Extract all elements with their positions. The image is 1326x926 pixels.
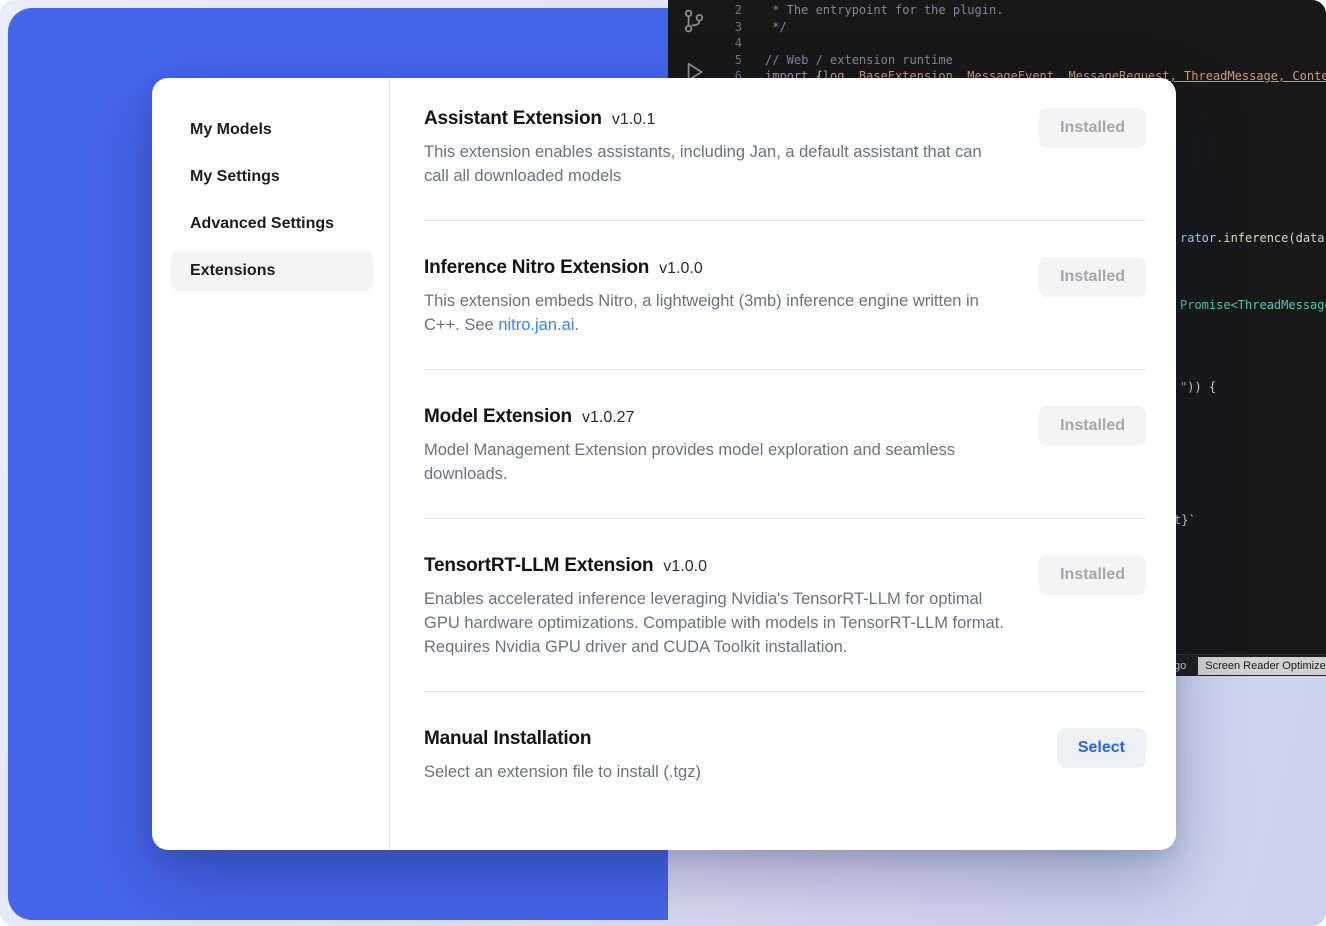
extension-info: Inference Nitro Extension v1.0.0 This ex… xyxy=(424,257,1006,337)
line-number: 3 xyxy=(668,19,742,36)
manual-installation-row: Manual Installation Select an extension … xyxy=(424,728,1146,784)
installed-button[interactable]: Installed xyxy=(1039,257,1146,297)
row-divider xyxy=(424,369,1146,370)
manual-installation-title: Manual Installation xyxy=(424,728,591,750)
extension-title-line: Model Extension v1.0.27 xyxy=(424,406,1006,428)
code-fragment: ")) { xyxy=(1180,379,1216,395)
extension-version: v1.0.0 xyxy=(659,260,703,278)
extension-title: TensortRT-LLM Extension xyxy=(424,555,653,577)
installed-button[interactable]: Installed xyxy=(1039,406,1146,446)
extension-description: This extension enables assistants, inclu… xyxy=(424,140,1006,188)
settings-sidebar: My Models My Settings Advanced Settings … xyxy=(152,78,390,850)
line-number: 5 xyxy=(668,52,742,69)
extension-title-line: Manual Installation xyxy=(424,728,701,750)
line-number: 4 xyxy=(668,35,742,52)
extension-description: Enables accelerated inference leveraging… xyxy=(424,587,1006,659)
screen-reader-optimized-badge[interactable]: Screen Reader Optimize xyxy=(1198,657,1326,675)
line-number: 2 xyxy=(668,2,742,19)
sidebar-item-my-models[interactable]: My Models xyxy=(170,110,374,150)
installed-button[interactable]: Installed xyxy=(1039,555,1146,595)
code-line: 3 */ xyxy=(668,19,1326,36)
screenshot-stage: 2 * The entrypoint for the plugin. 3 */ … xyxy=(0,0,1326,926)
extension-title: Model Extension xyxy=(424,406,572,428)
extension-version: v1.0.27 xyxy=(582,409,634,427)
extension-info: TensortRT-LLM Extension v1.0.0 Enables a… xyxy=(424,555,1006,659)
code-fragment: Promise<ThreadMessage> xyxy=(1180,297,1326,313)
installed-button[interactable]: Installed xyxy=(1039,108,1146,148)
extension-title-line: Inference Nitro Extension v1.0.0 xyxy=(424,257,1006,279)
extensions-panel: Assistant Extension v1.0.1 This extensio… xyxy=(390,78,1176,850)
code-line: 4 xyxy=(668,35,1326,52)
extension-title-line: TensortRT-LLM Extension v1.0.0 xyxy=(424,555,1006,577)
row-divider xyxy=(424,518,1146,519)
extension-title-line: Assistant Extension v1.0.1 xyxy=(424,108,1006,130)
extension-version: v1.0.0 xyxy=(663,558,707,576)
sidebar-item-my-settings[interactable]: My Settings xyxy=(170,157,374,197)
extension-row-assistant: Assistant Extension v1.0.1 This extensio… xyxy=(424,108,1146,188)
sidebar-item-extensions[interactable]: Extensions xyxy=(170,251,374,291)
nitro-jan-ai-link[interactable]: nitro.jan.ai xyxy=(498,316,574,334)
code-fragment: t}` xyxy=(1174,512,1196,528)
extension-row-inference-nitro: Inference Nitro Extension v1.0.0 This ex… xyxy=(424,257,1146,337)
select-file-button[interactable]: Select xyxy=(1057,728,1146,768)
code-line: 5 // Web / extension runtime xyxy=(668,52,1326,69)
code-lines: 2 * The entrypoint for the plugin. 3 */ … xyxy=(668,2,1326,85)
code-text: * The entrypoint for the plugin. xyxy=(765,2,1003,19)
extension-info: Assistant Extension v1.0.1 This extensio… xyxy=(424,108,1006,188)
code-fragment: rator.inference(data)); xyxy=(1180,230,1326,246)
extension-row-tensorrt-llm: TensortRT-LLM Extension v1.0.0 Enables a… xyxy=(424,555,1146,659)
row-divider xyxy=(424,220,1146,221)
row-divider xyxy=(424,691,1146,692)
extension-title: Assistant Extension xyxy=(424,108,602,130)
code-text: // Web / extension runtime xyxy=(765,52,953,69)
extension-row-model: Model Extension v1.0.27 Model Management… xyxy=(424,406,1146,486)
extension-description: This extension embeds Nitro, a lightweig… xyxy=(424,289,1006,337)
extension-info: Model Extension v1.0.27 Model Management… xyxy=(424,406,1006,486)
extension-title: Inference Nitro Extension xyxy=(424,257,649,279)
extension-description: Model Management Extension provides mode… xyxy=(424,438,1006,486)
code-line: 2 * The entrypoint for the plugin. xyxy=(668,2,1326,19)
sidebar-item-advanced-settings[interactable]: Advanced Settings xyxy=(170,204,374,244)
extension-version: v1.0.1 xyxy=(612,111,656,129)
manual-installation-description: Select an extension file to install (.tg… xyxy=(424,760,701,784)
code-text: */ xyxy=(765,19,787,36)
extension-info: Manual Installation Select an extension … xyxy=(424,728,701,784)
settings-modal: My Models My Settings Advanced Settings … xyxy=(152,78,1176,850)
